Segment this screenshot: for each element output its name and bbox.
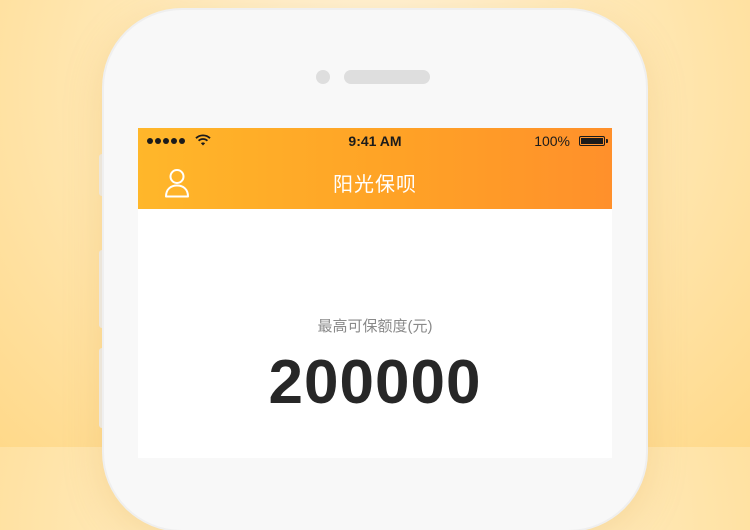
- earpiece-speaker: [344, 70, 430, 84]
- app-screen: 9:41 AM 100% 阳光保呗 最高可保额度(元) 200000: [138, 128, 612, 458]
- battery-icon: [579, 136, 608, 146]
- front-camera: [316, 70, 330, 84]
- battery-percentage: 100%: [534, 133, 570, 149]
- status-bar: 9:41 AM 100%: [138, 128, 612, 154]
- max-coverage-label: 最高可保额度(元): [317, 318, 433, 335]
- main-content: 最高可保额度(元) 200000: [138, 209, 612, 458]
- app-header: 9:41 AM 100% 阳光保呗: [138, 128, 612, 209]
- max-coverage-amount: 200000: [268, 348, 482, 417]
- app-title: 阳光保呗: [333, 174, 417, 196]
